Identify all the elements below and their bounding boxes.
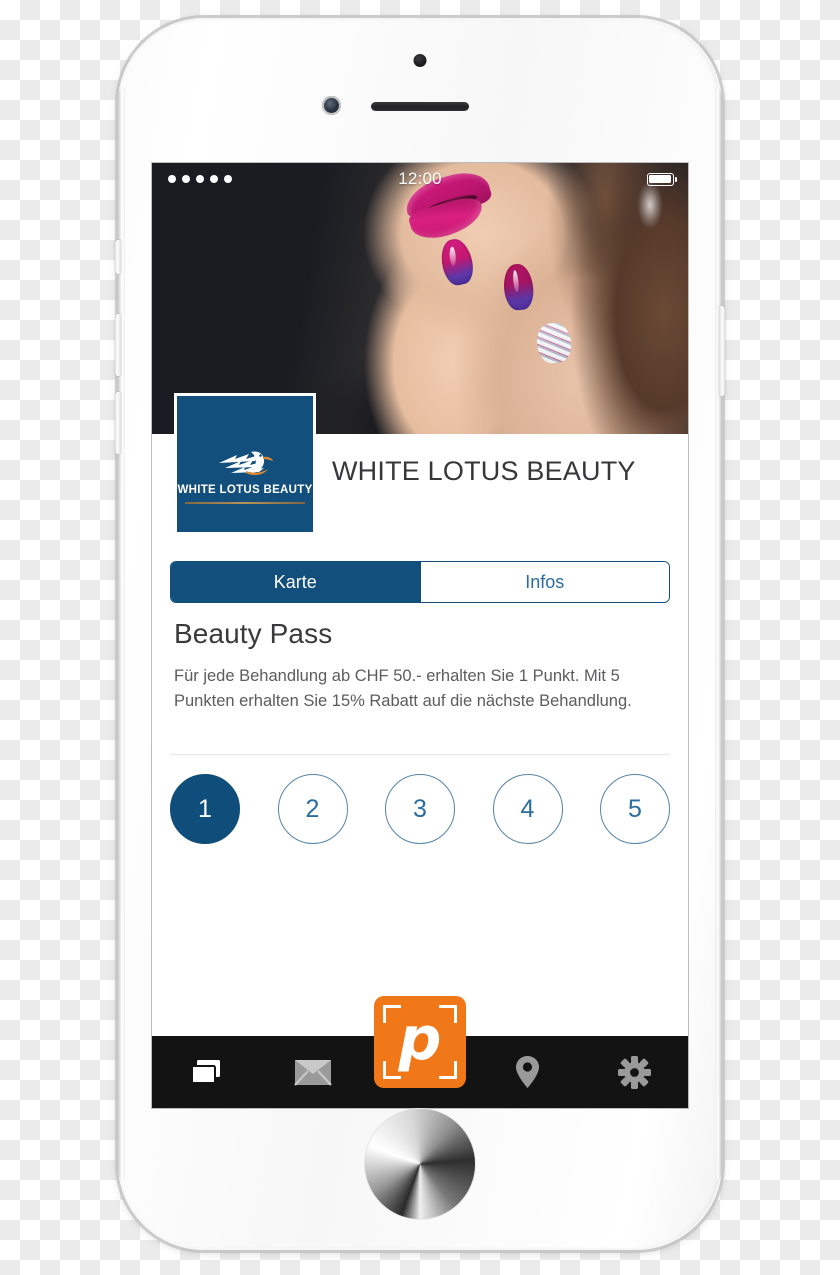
segmented-tabs: Karte Infos: [170, 561, 670, 603]
volume-down-button[interactable]: [115, 392, 121, 454]
nav-item-cards[interactable]: [152, 1036, 259, 1108]
power-button[interactable]: [719, 306, 725, 396]
front-camera: [322, 96, 341, 115]
home-button[interactable]: [365, 1109, 475, 1219]
scan-button[interactable]: p: [374, 996, 466, 1088]
swan-lotus-icon: [219, 451, 273, 476]
business-title: WHITE LOTUS BEAUTY: [332, 456, 636, 486]
phone-rail-right: [715, 88, 722, 1180]
points-row: 1 2 3 4 5: [170, 774, 670, 844]
silent-switch[interactable]: [115, 240, 121, 274]
point-circle-1[interactable]: 1: [170, 774, 240, 844]
phone-screen: 12:00 WHITE LOTUS BEAUTY WHITE LOTUS BEA…: [152, 163, 688, 1108]
battery-fill: [649, 174, 671, 184]
earpiece-speaker: [371, 102, 469, 111]
logo-underline: [185, 502, 305, 504]
battery-icon: [647, 172, 678, 186]
tab-infos[interactable]: Infos: [419, 562, 669, 602]
point-circle-3[interactable]: 3: [385, 774, 455, 844]
pass-description: Für jede Behandlung ab CHF 50.- erhalten…: [174, 667, 632, 711]
proximity-sensor: [413, 54, 427, 67]
section-divider: [170, 754, 670, 755]
volume-up-button[interactable]: [115, 314, 121, 376]
scan-button-letter: p: [398, 1004, 442, 1074]
cards-icon: [190, 1060, 220, 1084]
location-pin-icon: [515, 1056, 539, 1088]
gear-icon: [617, 1055, 651, 1089]
point-circle-5[interactable]: 5: [600, 774, 670, 844]
nav-item-messages[interactable]: [259, 1036, 366, 1108]
envelope-icon: [293, 1059, 332, 1086]
pass-title: Beauty Pass: [174, 618, 333, 649]
nav-item-location[interactable]: [474, 1036, 581, 1108]
tab-karte[interactable]: Karte: [171, 562, 420, 602]
signal-strength-icon: [168, 175, 232, 183]
point-circle-4[interactable]: 4: [492, 774, 563, 844]
status-time: 12:00: [398, 169, 442, 188]
nav-item-settings[interactable]: [581, 1036, 688, 1108]
content-card: WHITE LOTUS BEAUTY WHITE LOTUS BEAUTY Ka…: [152, 393, 688, 1108]
beauty-pass-section: Beauty Pass Für jede Behandlung ab CHF 5…: [174, 618, 670, 714]
phone-device: 12:00 WHITE LOTUS BEAUTY WHITE LOTUS BEA…: [115, 18, 725, 1250]
logo-wordmark: WHITE LOTUS BEAUTY: [177, 484, 313, 496]
status-bar: 12:00: [152, 163, 688, 195]
business-logo: WHITE LOTUS BEAUTY: [174, 393, 316, 535]
point-circle-2[interactable]: 2: [277, 774, 348, 844]
